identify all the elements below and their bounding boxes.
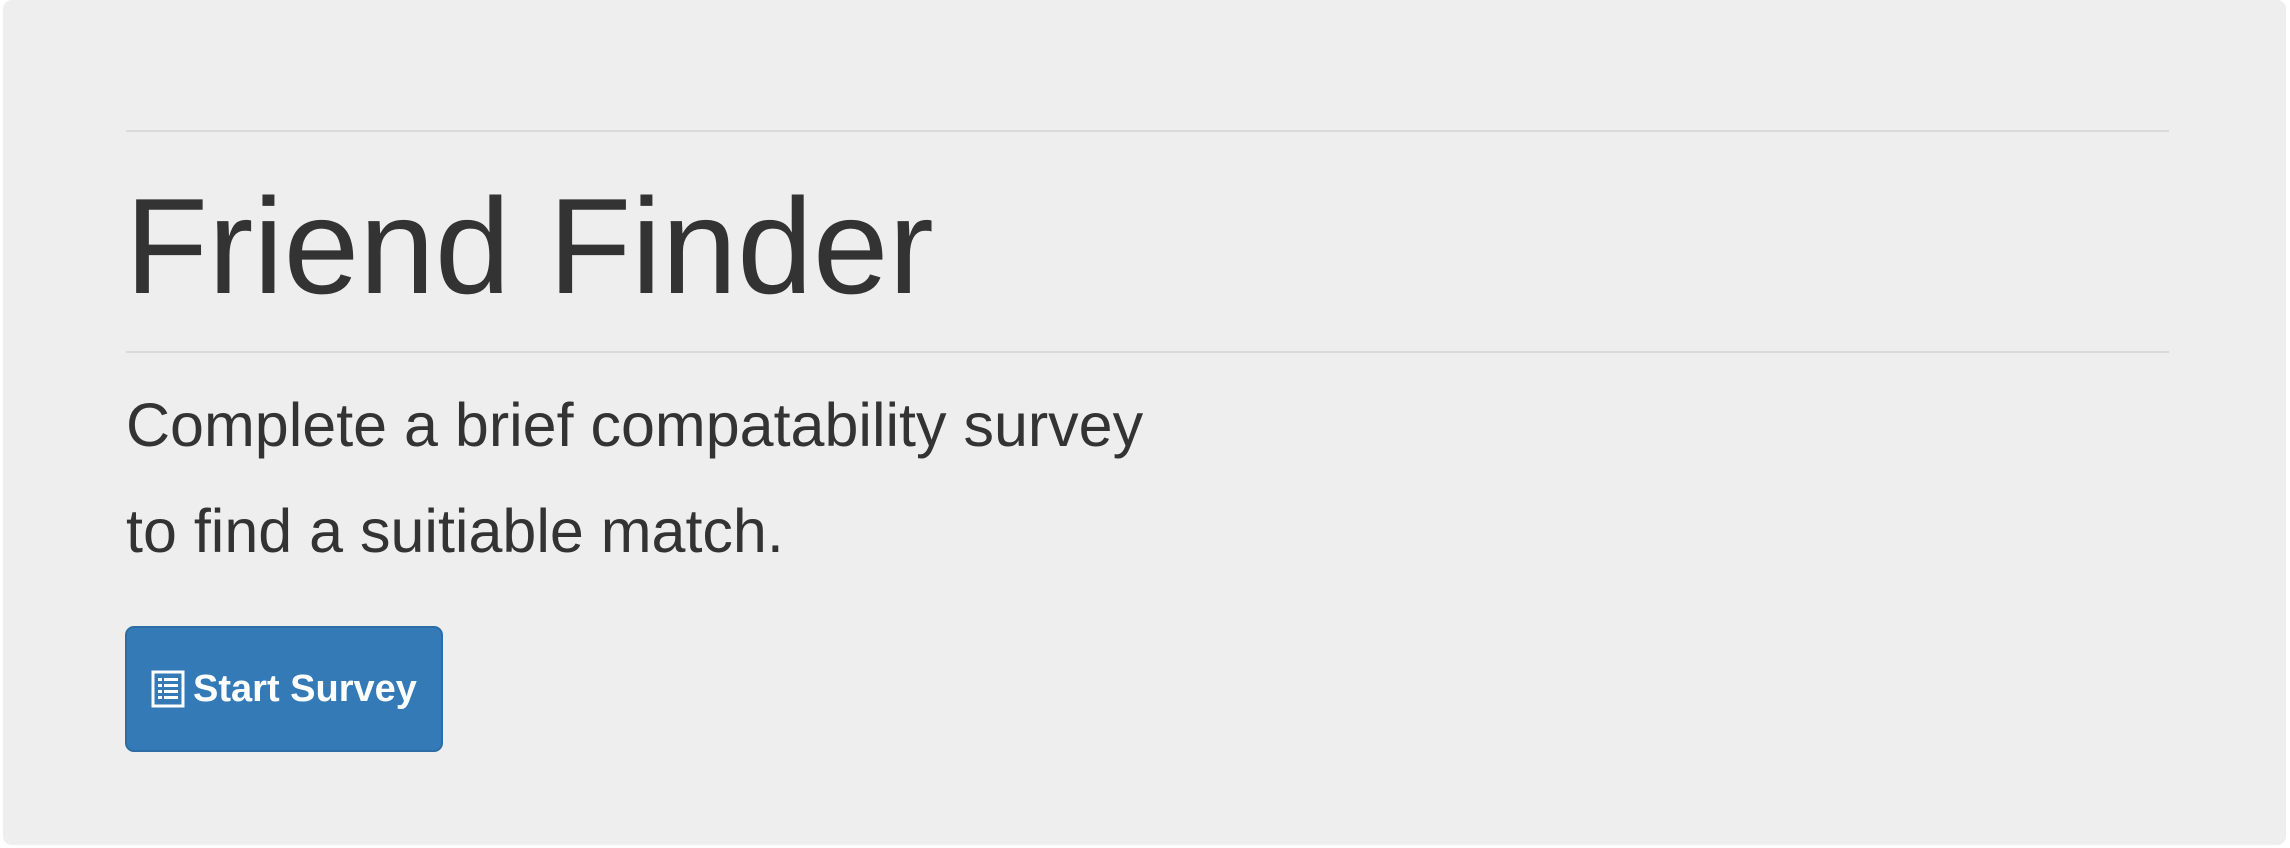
jumbotron: Friend Finder Complete a brief compatabi… <box>3 0 2286 845</box>
page-title: Friend Finder <box>125 170 934 322</box>
start-survey-button[interactable]: Start Survey <box>125 626 443 752</box>
list-alt-icon <box>151 670 185 708</box>
start-survey-label: Start Survey <box>193 667 417 710</box>
divider-top <box>126 130 2169 132</box>
lead-text-line-2: to find a suitiable match. <box>126 497 784 565</box>
divider-bottom <box>126 351 2169 353</box>
lead-text-line-1: Complete a brief compatability survey <box>126 391 1144 459</box>
